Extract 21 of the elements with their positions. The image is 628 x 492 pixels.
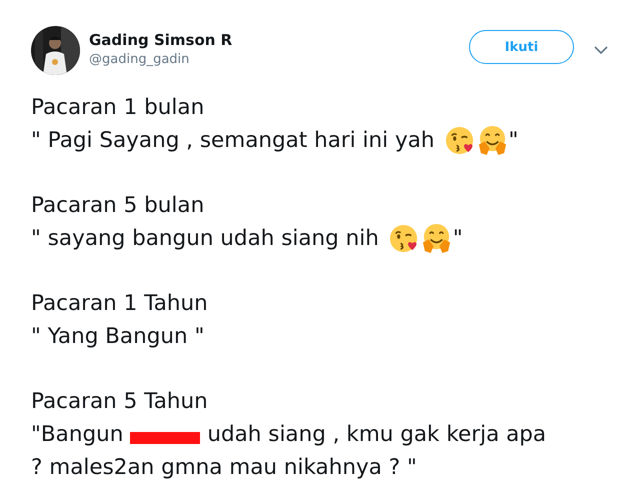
kissing-face-icon: [444, 125, 476, 156]
tweet-text: ? males2an gmna mau nikahnya ? ": [31, 455, 417, 480]
tweet-text: ": [452, 226, 463, 251]
censor-mark: [130, 432, 200, 444]
tweet-text: Pacaran 1 Tahun: [31, 291, 208, 316]
tweet-text: " Yang Bangun ": [31, 324, 204, 349]
tweet-text: Pacaran 5 bulan: [31, 193, 204, 218]
tweet-text: Pacaran 1 bulan: [31, 95, 204, 120]
hugging-face-icon: [420, 223, 452, 254]
tweet-text: " Pagi Sayang , semangat hari ini yah: [31, 128, 434, 153]
author-handle[interactable]: @gading_gadin: [89, 51, 232, 69]
tweet-text: Pacaran 5 Tahun: [31, 389, 208, 414]
tweet-text: udah siang , kmu gak kerja apa: [207, 422, 546, 447]
follow-button[interactable]: Ikuti: [469, 30, 574, 64]
tweet-text: "Bangun: [31, 422, 124, 447]
author-name[interactable]: Gading Simson R: [89, 30, 232, 50]
tweet-text: ": [508, 128, 518, 153]
tweet-text: " sayang bangun udah siang nih: [31, 226, 379, 251]
hugging-face-icon: [476, 125, 508, 156]
kissing-face-icon: [388, 223, 420, 254]
chevron-down-icon[interactable]: [594, 46, 608, 54]
